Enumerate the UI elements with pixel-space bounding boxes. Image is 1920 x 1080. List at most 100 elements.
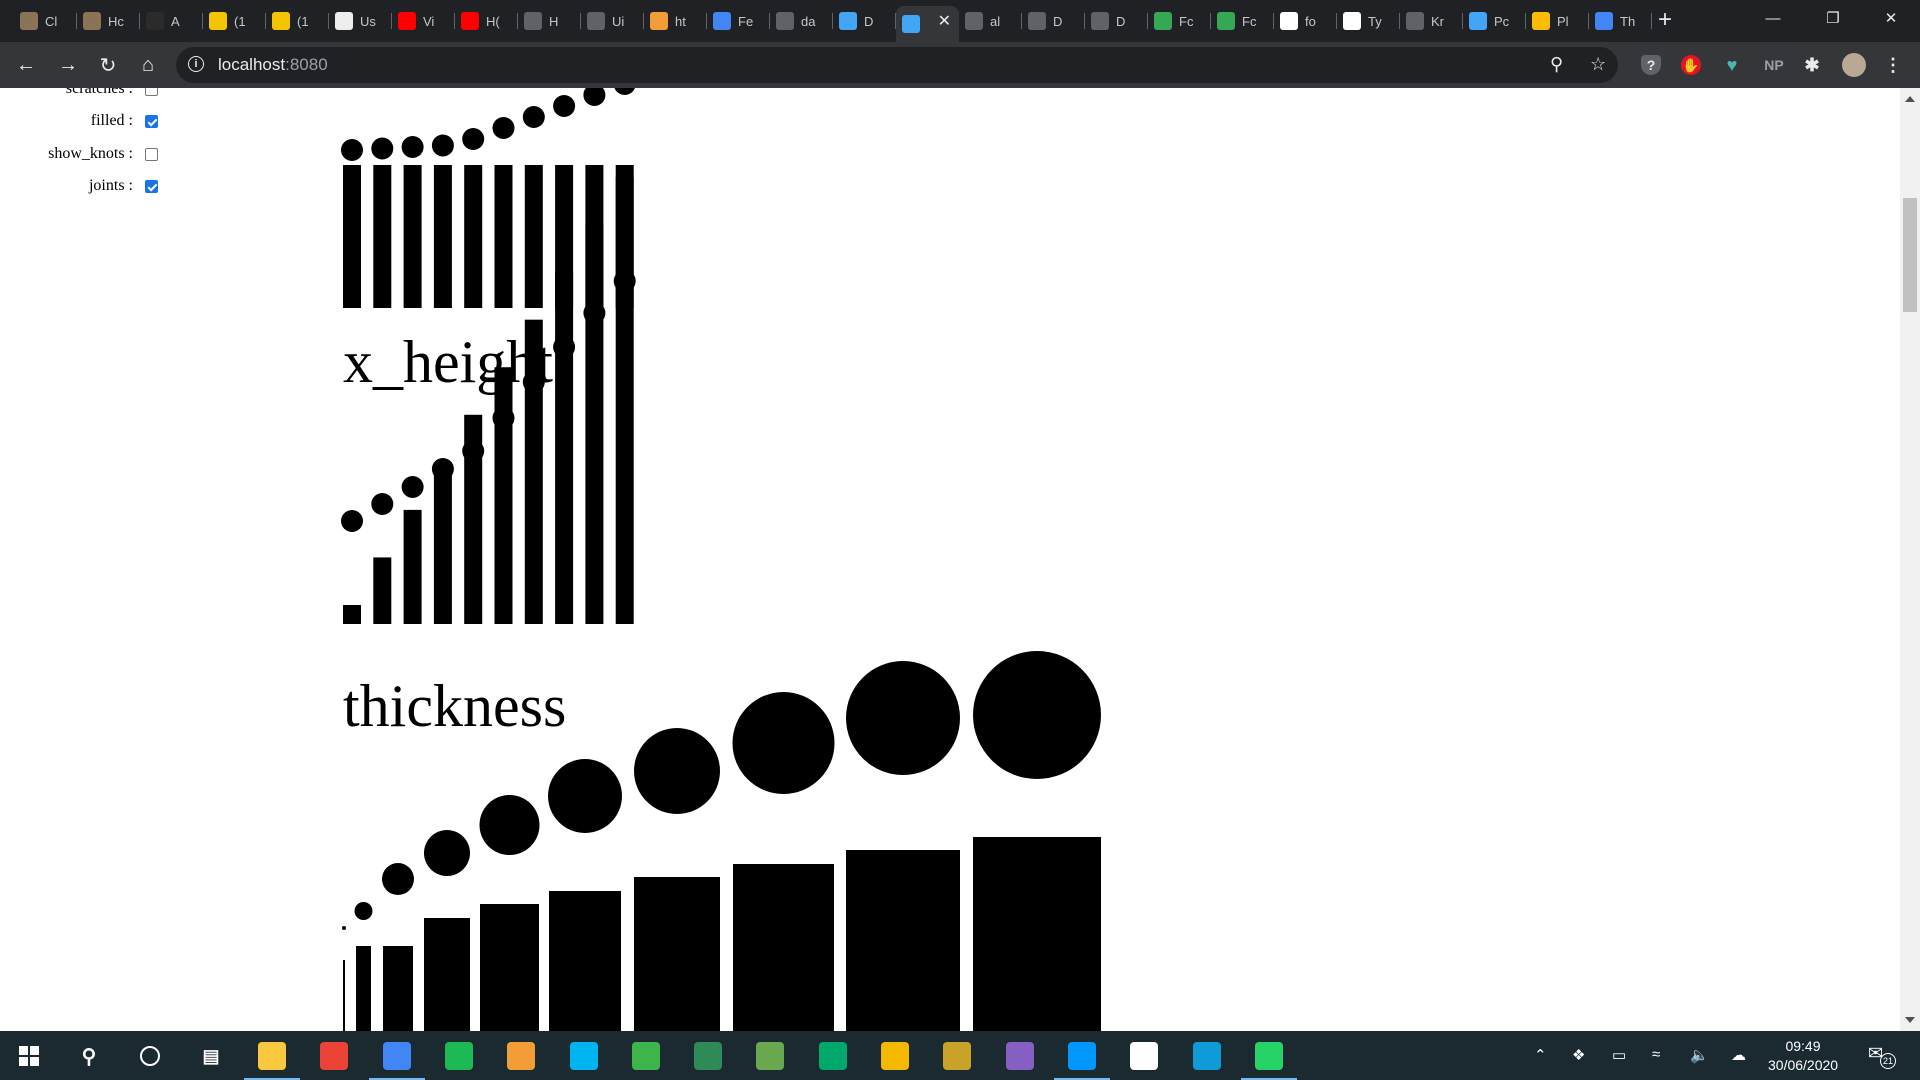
infinity-app-icon[interactable] [819,1042,847,1070]
dark-circle-favicon-icon [146,12,164,30]
pinwheel-icon [1532,12,1550,30]
stem-bar [343,165,361,308]
address-text[interactable]: localhost:8080 [218,55,328,75]
volume-icon[interactable]: 🔈 [1690,1046,1709,1064]
forward-arrow-icon[interactable]: → [54,51,82,79]
image-app-icon[interactable] [756,1042,784,1070]
edge-icon[interactable] [1193,1042,1221,1070]
stem-dot [522,106,545,128]
np-extension-icon[interactable]: NP [1760,55,1788,75]
tab-12[interactable]: Fe [707,6,770,36]
scroll-up-icon[interactable] [1905,96,1915,102]
dropbox-icon[interactable]: ❖ [1572,1046,1585,1064]
cortana-icon[interactable] [135,1041,165,1071]
tab-13[interactable]: da [770,6,833,36]
back-arrow-icon[interactable]: ← [12,51,40,79]
thickness-dot [479,795,540,855]
new-tab-button[interactable]: + [1658,5,1672,35]
tab-6[interactable]: Us [329,6,392,36]
address-bar[interactable]: i localhost:8080 ⚲ ☆ [176,47,1618,83]
tab-22[interactable]: Ty [1337,6,1400,36]
tab-7[interactable]: Vi [392,6,455,36]
tab-title: D [1116,13,1126,29]
scroll-thumb[interactable] [1903,198,1917,312]
battery-icon[interactable]: ▭ [1612,1046,1626,1064]
tab-title: (1 [234,13,246,29]
bookmark-star-icon[interactable]: ☆ [1590,54,1606,75]
reload-icon[interactable]: ↻ [94,51,122,79]
home-icon[interactable]: ⌂ [134,51,162,79]
fontforge-icon[interactable] [507,1042,535,1070]
system-clock[interactable]: 09:49 30/06/2020 [1768,1037,1838,1075]
close-tab-icon[interactable]: ✕ [938,11,951,31]
tab-title: da [801,13,816,29]
tab-18[interactable]: D [1085,6,1148,36]
x-app-icon[interactable] [632,1042,660,1070]
adblock-extension-icon[interactable]: ✋ [1681,55,1701,75]
shield-extension-icon[interactable]: ? [1641,55,1661,75]
tab-14[interactable]: D [833,6,896,36]
tab-title: Pl [1557,13,1569,29]
tab-5[interactable]: (1 [266,6,329,36]
stem-dot [371,137,394,160]
tab-16[interactable]: al [959,6,1022,36]
tab-19[interactable]: Fc [1148,6,1211,36]
tab-25[interactable]: Pl [1526,6,1589,36]
tab-10[interactable]: Ui [581,6,644,36]
shirt-extension-icon[interactable]: ♥ [1722,55,1742,75]
site-info-icon[interactable]: i [188,56,204,72]
visual-studio-icon[interactable] [1006,1042,1034,1070]
tab-15[interactable]: ✕ [896,6,959,42]
tab-24[interactable]: Pc [1463,6,1526,36]
notifications-icon[interactable]: ✉ 21 [1868,1043,1896,1069]
zoom-icon[interactable]: ⚲ [1550,54,1563,75]
thickness-dot [424,830,470,876]
fontforge-ff-icon[interactable] [1130,1042,1158,1070]
stem-dot [431,134,454,157]
profile-avatar[interactable] [1842,53,1866,77]
g-favicon-icon [209,12,227,30]
scroll-down-icon[interactable] [1905,1017,1915,1023]
tab-11[interactable]: ht [644,6,707,36]
tab-20[interactable]: Fc [1211,6,1274,36]
tab-4[interactable]: (1 [203,6,266,36]
c-app-icon[interactable] [570,1042,598,1070]
tab-3[interactable]: A [140,6,203,36]
task-view-icon[interactable]: ▤ [196,1041,226,1071]
onedrive-icon[interactable]: ☁ [1731,1046,1746,1064]
tab-title: Th [1620,13,1636,29]
extensions-puzzle-icon[interactable]: ✱ [1802,55,1822,75]
file-explorer-icon[interactable] [258,1042,286,1070]
minimize-button[interactable]: — [1750,0,1796,36]
restore-button[interactable]: ❐ [1810,0,1856,36]
gmail-icon[interactable] [320,1042,348,1070]
search-icon[interactable]: ⚲ [74,1041,104,1071]
whatsapp-icon[interactable] [1255,1042,1283,1070]
tab-17[interactable]: D [1022,6,1085,36]
x-height-bar [524,319,543,624]
thickness-bar [383,946,413,1031]
page-content: scratches : filled : show_knots : joints : … [0,88,1900,1031]
gd-favicon-icon [713,12,731,30]
tray-overflow-icon[interactable]: ⌃ [1534,1046,1547,1064]
windows-start-icon[interactable] [14,1041,44,1071]
tab-2[interactable]: Hc [77,6,140,36]
close-window-button[interactable]: ✕ [1868,0,1914,36]
tab-26[interactable]: Th [1589,6,1652,36]
bulb-app-icon[interactable] [881,1042,909,1070]
page-scrollbar[interactable] [1900,88,1920,1031]
tab-9[interactable]: H [518,6,581,36]
ball-app-icon[interactable] [943,1042,971,1070]
windows-taskbar: ⚲ ▤ ⌃ ❖ ▭ ≈ 🔈 ☁ 09:49 30/06/2020 ✉ 21 [0,1031,1920,1080]
wifi-icon[interactable]: ≈ [1652,1046,1660,1063]
vscode-icon[interactable] [1068,1042,1096,1070]
tab-title: Fc [1179,13,1194,29]
tab-1[interactable]: Cl [14,6,77,36]
terminal-app-icon[interactable] [694,1042,722,1070]
tab-21[interactable]: fo [1274,6,1337,36]
chrome-icon[interactable] [383,1042,411,1070]
chrome-menu-icon[interactable]: ⋮ [1883,55,1903,75]
tab-8[interactable]: H( [455,6,518,36]
tab-23[interactable]: Kr [1400,6,1463,36]
spotify-icon[interactable] [445,1042,473,1070]
